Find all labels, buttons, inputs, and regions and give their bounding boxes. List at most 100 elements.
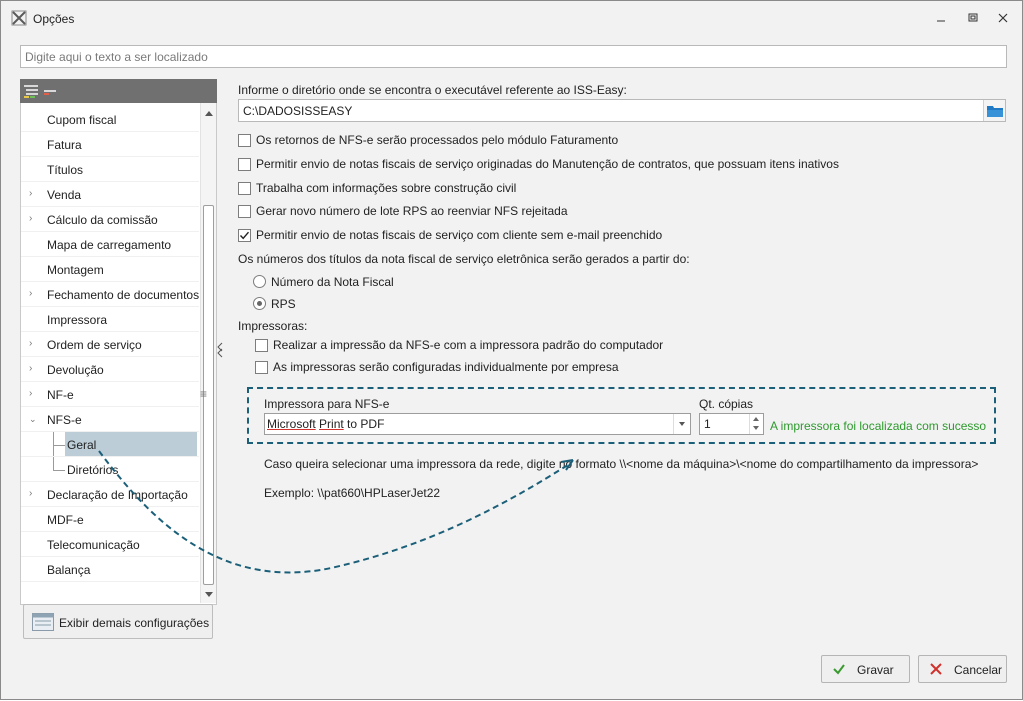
tree-item-label: Fechamento de documentos: [47, 288, 200, 302]
tree-item-balanca[interactable]: Balança: [21, 557, 199, 582]
printers-label: Impressoras:: [238, 319, 308, 333]
tree-item-label: Ordem de serviço: [47, 338, 142, 352]
chevron-right-icon[interactable]: ›: [29, 288, 39, 300]
tree-item-telecomunicacao[interactable]: Telecomunicação: [21, 532, 199, 557]
checkbox-label: Trabalha com informações sobre construçã…: [256, 181, 517, 195]
tree-item-mdf-e[interactable]: MDF-e: [21, 507, 199, 532]
checkbox-label: As impressoras serão configuradas indivi…: [273, 360, 619, 374]
tree-item-geral[interactable]: Geral: [21, 432, 199, 457]
check-icon: [833, 664, 845, 675]
dir-label: Informe o diretório onde se encontra o e…: [238, 83, 627, 97]
network-printer-example: Exemplo: \\pat660\HPLaserJet22: [264, 486, 441, 500]
tree-item-label: Montagem: [47, 263, 104, 277]
tree-item-label: Diretórios: [67, 463, 119, 477]
tree-item-label: Telecomunicação: [47, 538, 140, 552]
chevron-down-icon[interactable]: [673, 414, 690, 434]
radio-invoice-number[interactable]: [253, 275, 266, 288]
radio-label: Número da Nota Fiscal: [271, 275, 394, 289]
tree-item-label: MDF-e: [47, 513, 84, 527]
panel-splitter[interactable]: [216, 341, 224, 401]
tree-item-label: Venda: [47, 188, 82, 202]
checkbox-default-printer[interactable]: [255, 339, 268, 352]
tree-item-ordem-servico[interactable]: › Ordem de serviço: [21, 332, 199, 357]
printer-value: Microsoft Print to PDF: [267, 417, 385, 431]
radio-label: RPS: [271, 297, 296, 311]
scroll-up-icon[interactable]: [205, 111, 213, 116]
printer-select[interactable]: Microsoft Print to PDF: [264, 413, 691, 435]
chevron-right-icon[interactable]: ›: [29, 488, 39, 500]
tree-item-label: Geral: [67, 438, 97, 452]
tree-item-label: NF-e: [47, 388, 74, 402]
tree-item-titulos[interactable]: Títulos: [21, 157, 199, 182]
cancel-x-icon: [930, 663, 942, 675]
save-button[interactable]: Gravar: [821, 655, 910, 683]
tree-item-fatura[interactable]: Fatura: [21, 132, 199, 157]
tree-item-venda[interactable]: › Venda: [21, 182, 199, 207]
tree-item-diretorios[interactable]: Diretórios: [21, 457, 199, 482]
maximize-icon: [968, 13, 978, 22]
dir-value: C:\DADOSISSEASY: [243, 104, 353, 118]
checkbox-label: Permitir envio de notas fiscais de servi…: [256, 228, 663, 242]
cancel-button[interactable]: Cancelar: [918, 655, 1007, 683]
scroll-down-icon[interactable]: [205, 592, 213, 597]
chevron-right-icon[interactable]: ›: [29, 388, 39, 400]
maximize-button[interactable]: [963, 9, 983, 27]
tree-item-nfs-e[interactable]: ⌄ NFS-e: [21, 407, 199, 432]
stepper-buttons[interactable]: [749, 414, 763, 434]
increment-icon[interactable]: [753, 417, 759, 421]
minimize-icon: [937, 20, 945, 22]
tree-item-calculo-comissao[interactable]: › Cálculo da comissão: [21, 207, 199, 232]
tree-item-nf-e[interactable]: › NF-e: [21, 382, 199, 407]
tree-item-label: Declaração de Importação: [47, 488, 188, 502]
numbers-source-label: Os números dos títulos da nota fiscal de…: [238, 252, 690, 266]
tree-item-mapa-carregamento[interactable]: Mapa de carregamento: [21, 232, 199, 257]
checkbox-nfse-returns[interactable]: [238, 134, 251, 147]
tree-item-label: Balança: [47, 563, 91, 577]
checkmark-icon: [239, 231, 250, 240]
tree-item-label: Títulos: [47, 163, 84, 177]
options-window: Opções Cupom fiscal: [0, 0, 1023, 700]
checkbox-civil-construction[interactable]: [238, 182, 251, 195]
chevron-right-icon[interactable]: ›: [29, 363, 39, 375]
printer-status-message: A impressora foi localizada com sucesso: [770, 419, 987, 433]
expand-all-icon[interactable]: [23, 83, 39, 99]
cancel-label: Cancelar: [954, 663, 1003, 677]
minimize-button[interactable]: [931, 9, 951, 27]
tree-item-cupom-fiscal[interactable]: Cupom fiscal: [21, 107, 199, 132]
search-input[interactable]: [20, 45, 1007, 68]
collapse-panel-icon: [217, 342, 223, 358]
folder-icon: [987, 106, 1003, 117]
checkbox-new-lot-rps[interactable]: [238, 205, 251, 218]
tree-item-label: Cupom fiscal: [47, 113, 117, 127]
radio-selected-dot: [257, 301, 262, 306]
show-more-settings-button[interactable]: Exibir demais configurações: [23, 604, 213, 639]
close-button[interactable]: [993, 9, 1013, 27]
tree-item-label: Devolução: [47, 363, 104, 377]
copies-stepper[interactable]: 1: [699, 413, 764, 435]
tree-item-devolucao[interactable]: › Devolução: [21, 357, 199, 382]
collapse-all-icon[interactable]: [43, 83, 59, 99]
tree-item-declaracao-importacao[interactable]: › Declaração de Importação: [21, 482, 199, 507]
checkbox-no-email[interactable]: [238, 229, 251, 242]
checkbox-inactive-items[interactable]: [238, 158, 251, 171]
checkbox-label: Permitir envio de notas fiscais de servi…: [256, 157, 839, 171]
title-bar: Opções: [1, 1, 1022, 37]
radio-rps[interactable]: [253, 297, 266, 310]
copies-value: 1: [704, 417, 711, 431]
checkbox-printer-per-company[interactable]: [255, 361, 268, 374]
splitter-grip-icon: ≡: [200, 387, 208, 401]
tree-item-label: NFS-e: [47, 413, 82, 427]
tree-item-fechamento-documentos[interactable]: › Fechamento de documentos: [21, 282, 199, 307]
chevron-right-icon[interactable]: ›: [29, 213, 39, 225]
browse-folder-button[interactable]: [983, 100, 1005, 121]
chevron-right-icon[interactable]: ›: [29, 338, 39, 350]
chevron-right-icon[interactable]: ›: [29, 188, 39, 200]
decrement-icon[interactable]: [753, 426, 759, 430]
tree-scrollbar[interactable]: [200, 103, 216, 603]
network-printer-hint: Caso queira selecionar uma impressora da…: [264, 457, 979, 471]
tree-toolbar: [20, 79, 217, 103]
tree-item-montagem[interactable]: Montagem: [21, 257, 199, 282]
chevron-down-icon[interactable]: ⌄: [29, 413, 39, 425]
dir-input[interactable]: C:\DADOSISSEASY: [238, 99, 1006, 122]
tree-item-impressora[interactable]: Impressora: [21, 307, 199, 332]
